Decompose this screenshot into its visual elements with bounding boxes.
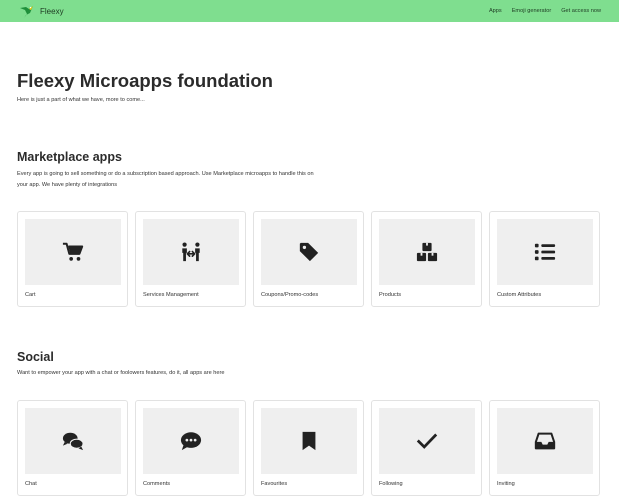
app-card-services-management[interactable]: Services Management — [135, 211, 246, 307]
page-title: Fleexy Microapps foundation — [17, 70, 273, 91]
chat-bubbles-icon — [62, 432, 84, 451]
app-card-coupons[interactable]: Coupons/Promo-codes — [253, 211, 364, 307]
app-card-custom-attributes[interactable]: Custom Attributes — [489, 211, 600, 307]
marketplace-card-row: Cart Services Management Coupons/Promo-c… — [17, 211, 600, 307]
card-thumbnail — [497, 408, 593, 474]
app-card-products[interactable]: Products — [371, 211, 482, 307]
card-label: Following — [379, 481, 403, 487]
comment-icon — [180, 432, 202, 451]
hummingbird-logo-icon — [20, 6, 33, 18]
top-navbar: Fleexy Apps Emoji generator Get access n… — [0, 0, 619, 22]
cart-icon — [62, 242, 84, 261]
app-card-comments[interactable]: Comments — [135, 400, 246, 496]
page-subtitle: Here is just a part of what we have, mor… — [17, 97, 145, 103]
nav-link-emoji-generator[interactable]: Emoji generator — [512, 8, 552, 14]
section-description-marketplace: Every app is going to sell something or … — [17, 171, 314, 188]
section-title-social: Social — [17, 350, 54, 364]
card-label: Coupons/Promo-codes — [261, 292, 319, 298]
card-label: Inviting — [497, 481, 515, 487]
brand-name: Fleexy — [40, 6, 64, 16]
tag-icon — [299, 242, 319, 262]
card-thumbnail — [379, 219, 475, 285]
nav-link-get-access[interactable]: Get access now — [561, 8, 601, 14]
app-card-inviting[interactable]: Inviting — [489, 400, 600, 496]
card-label: Favourites — [261, 481, 288, 487]
section-title-marketplace: Marketplace apps — [17, 150, 122, 164]
boxes-icon — [416, 242, 438, 262]
section-description-social: Want to empower your app with a chat or … — [17, 370, 225, 376]
nav-link-apps[interactable]: Apps — [489, 8, 502, 14]
check-icon — [416, 433, 438, 449]
app-card-cart[interactable]: Cart — [17, 211, 128, 307]
card-label: Services Management — [143, 292, 199, 298]
app-card-favourites[interactable]: Favourites — [253, 400, 364, 496]
card-thumbnail — [497, 219, 593, 285]
list-icon — [534, 243, 556, 261]
card-label: Custom Attributes — [497, 292, 542, 298]
bookmark-icon — [302, 431, 316, 451]
nav-links: Apps Emoji generator Get access now — [489, 8, 601, 14]
brand-link[interactable]: Fleexy — [19, 3, 64, 19]
card-thumbnail — [25, 408, 121, 474]
card-thumbnail — [379, 408, 475, 474]
card-label: Cart — [25, 292, 36, 298]
social-card-row: Chat Comments Favourites Following Invit… — [17, 400, 600, 496]
people-exchange-icon — [182, 242, 200, 262]
card-thumbnail — [143, 219, 239, 285]
card-thumbnail — [261, 408, 357, 474]
card-label: Chat — [25, 481, 37, 487]
card-thumbnail — [143, 408, 239, 474]
app-card-following[interactable]: Following — [371, 400, 482, 496]
card-thumbnail — [25, 219, 121, 285]
card-label: Comments — [143, 481, 171, 487]
app-card-chat[interactable]: Chat — [17, 400, 128, 496]
inbox-icon — [534, 432, 556, 450]
card-thumbnail — [261, 219, 357, 285]
card-label: Products — [379, 292, 402, 298]
